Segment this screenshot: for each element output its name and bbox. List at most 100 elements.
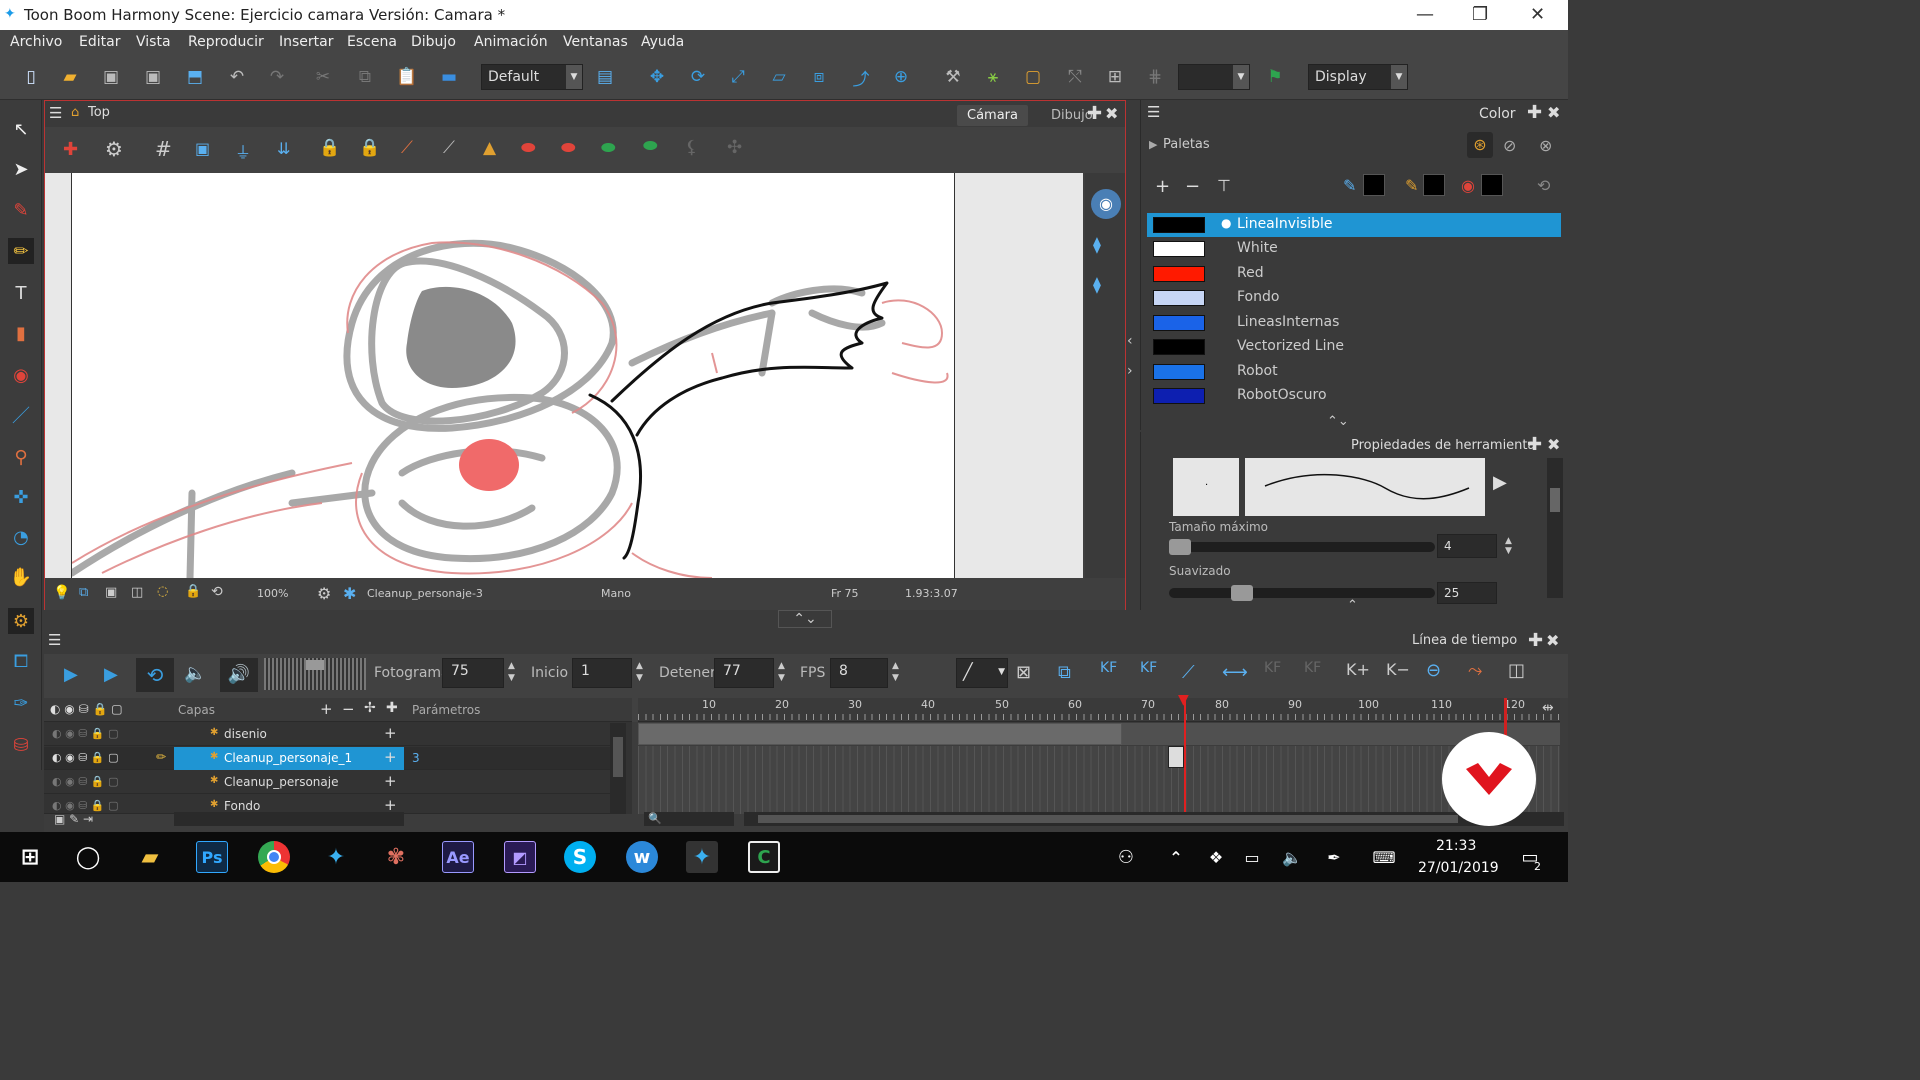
- chevron-up-icon[interactable]: ⌃: [1160, 841, 1192, 873]
- color-swatch-row[interactable]: LineasInternas: [1147, 311, 1561, 335]
- menu-insertar[interactable]: Insertar: [279, 34, 334, 50]
- notifications-icon[interactable]: ▭: [1514, 841, 1546, 873]
- menu-archivo[interactable]: Archivo: [10, 34, 62, 50]
- interpolation-select[interactable]: ╱ ▼: [956, 658, 1008, 688]
- fill-color-swatch[interactable]: [1423, 174, 1445, 196]
- zoom-level[interactable]: 100%: [257, 587, 288, 600]
- texture-icon[interactable]: ⊘: [1503, 136, 1516, 155]
- fill-color-icon[interactable]: ✎: [1405, 176, 1418, 195]
- ease-icon[interactable]: ⊖: [1426, 660, 1441, 681]
- remove-layer-icon[interactable]: −: [342, 700, 355, 718]
- timeline-hscrollbar[interactable]: [744, 812, 1564, 826]
- minimize-button[interactable]: —: [1416, 4, 1434, 25]
- sound-icon[interactable]: 🔈: [184, 663, 206, 684]
- grid-snap-icon[interactable]: ⋕: [1142, 64, 1168, 90]
- palette-mode-icon[interactable]: ⊛: [1467, 132, 1493, 158]
- playhead-handle-icon[interactable]: ▼: [1178, 692, 1189, 708]
- save-icon[interactable]: ▣: [98, 64, 124, 90]
- pencil-tool-icon[interactable]: ✏: [8, 238, 34, 264]
- chrome-icon[interactable]: [258, 841, 290, 873]
- undo-icon[interactable]: ↶: [224, 64, 250, 90]
- redo-icon[interactable]: ↷: [264, 64, 290, 90]
- close-button[interactable]: ✕: [1530, 4, 1545, 25]
- layer-add-red-icon[interactable]: ⬬: [521, 138, 536, 158]
- ik-icon[interactable]: ⤲: [1062, 64, 1088, 90]
- layer-toggles-icon[interactable]: ◐ ◉ ⛁ 🔒 ▢: [52, 727, 119, 740]
- layer-add-icon[interactable]: +: [384, 772, 397, 790]
- camtasia-icon[interactable]: C: [748, 841, 780, 873]
- settings-icon[interactable]: ⚙: [105, 137, 123, 161]
- caret-right-icon[interactable]: ▶: [1149, 138, 1157, 151]
- delete-keyframe-icon[interactable]: ⊠: [1016, 662, 1031, 683]
- layer-green-add-icon[interactable]: ⬬: [643, 136, 658, 156]
- color-swatch-row[interactable]: Robot: [1147, 360, 1561, 384]
- workspace-icon[interactable]: ▬: [436, 64, 462, 90]
- maintain-size-icon[interactable]: ⤴: [848, 64, 874, 90]
- frame-track[interactable]: [638, 723, 1122, 745]
- eraser-tool-icon[interactable]: ▮: [8, 320, 34, 346]
- start-input[interactable]: 1: [572, 658, 632, 688]
- menu-reproducir[interactable]: Reproducir: [188, 34, 264, 50]
- bulb-icon[interactable]: 💡: [53, 585, 70, 601]
- menu-icon[interactable]: ☰: [49, 104, 62, 122]
- layers-scrollbar[interactable]: [610, 723, 626, 814]
- collapse-left-icon[interactable]: ‹: [1127, 333, 1133, 349]
- rigging-icon[interactable]: ⚒: [940, 64, 966, 90]
- add-drawing-layer-icon[interactable]: ✚: [386, 700, 398, 716]
- fps-input[interactable]: 8: [830, 658, 888, 688]
- close-panel-icon[interactable]: ✖: [1547, 435, 1560, 454]
- open-folder-icon[interactable]: ▰: [57, 64, 83, 90]
- drawing-exposure[interactable]: [1168, 746, 1184, 768]
- align-icon[interactable]: ⊞: [1102, 64, 1128, 90]
- add-layer-icon[interactable]: +: [320, 700, 333, 718]
- collapse-right-icon[interactable]: ›: [1127, 363, 1133, 379]
- morph-icon[interactable]: ⊕: [888, 64, 914, 90]
- curve-icon[interactable]: ⤳: [1468, 660, 1482, 681]
- file-explorer-icon[interactable]: ▰: [134, 841, 166, 873]
- color-swatch-row[interactable]: ● LineaInvisible: [1147, 213, 1561, 237]
- add-keyframe-icon[interactable]: KF: [1100, 660, 1117, 676]
- contour-editor-icon[interactable]: ➤: [8, 156, 34, 182]
- paint-color-icon[interactable]: ◉: [1461, 176, 1475, 195]
- spin-arrows-icon[interactable]: ▲ ▼: [892, 660, 899, 684]
- photoshop-icon[interactable]: Ps: [196, 841, 228, 873]
- flag-icon[interactable]: ⚑: [1262, 64, 1288, 90]
- line-color-icon[interactable]: ✎: [1343, 176, 1356, 195]
- lock-add-icon[interactable]: 🔒: [359, 138, 380, 158]
- camera-frame[interactable]: [68, 173, 955, 582]
- volume-icon[interactable]: 🔈: [1276, 841, 1308, 873]
- add-frame-icon[interactable]: K+: [1346, 660, 1370, 679]
- save-as-icon[interactable]: ▣: [140, 64, 166, 90]
- network-icon[interactable]: ▭: [1236, 841, 1268, 873]
- rotate-icon[interactable]: ⟳: [685, 64, 711, 90]
- kinematics-icon[interactable]: ⚹: [980, 64, 1006, 90]
- add-color-icon[interactable]: +: [1155, 176, 1170, 197]
- menu-animacion[interactable]: Animación: [474, 34, 548, 50]
- close-view-icon[interactable]: ✖: [1105, 104, 1118, 123]
- spin-arrows-icon[interactable]: ▲ ▼: [508, 660, 515, 684]
- frame-ruler[interactable]: 10 20 30 40 50 60 70 80 90 100 110 120: [638, 698, 1560, 722]
- color-swatch-row[interactable]: RobotOscuro: [1147, 384, 1561, 408]
- bounding-box-icon[interactable]: ▢: [1020, 64, 1046, 90]
- onion-skin-icon[interactable]: ⏚: [235, 139, 251, 163]
- flip-icon[interactable]: ⚸: [685, 137, 698, 158]
- add-panel-icon[interactable]: ✚: [1527, 102, 1542, 123]
- layers-icon[interactable]: ⧉: [79, 585, 88, 600]
- menu-ayuda[interactable]: Ayuda: [641, 34, 684, 50]
- pivot-tool-icon[interactable]: ✜: [8, 484, 34, 510]
- layer-add-icon[interactable]: +: [384, 724, 397, 742]
- color-combo[interactable]: ▼: [1178, 64, 1250, 90]
- pen-icon[interactable]: ✒: [1318, 841, 1350, 873]
- layer-toggles-icon[interactable]: ◐ ◉ ⛁ 🔒 ▢: [52, 775, 119, 788]
- harmony-icon[interactable]: ✦: [320, 841, 352, 873]
- pin-icon[interactable]: ▲: [483, 138, 496, 158]
- zoom-tool-icon[interactable]: ◔: [8, 524, 34, 550]
- tab-camera[interactable]: Cámara: [957, 105, 1028, 126]
- reset-view-icon[interactable]: ⟲: [211, 584, 223, 600]
- display-select[interactable]: Display ▼: [1308, 64, 1408, 90]
- mask-icon[interactable]: ▣: [105, 585, 117, 600]
- expand-ruler-icon[interactable]: ⇹: [1542, 700, 1554, 716]
- brush-tool-icon[interactable]: ✎: [8, 197, 34, 223]
- add-view-icon[interactable]: ✚: [1087, 103, 1102, 124]
- lock-icon[interactable]: 🔒: [319, 138, 340, 158]
